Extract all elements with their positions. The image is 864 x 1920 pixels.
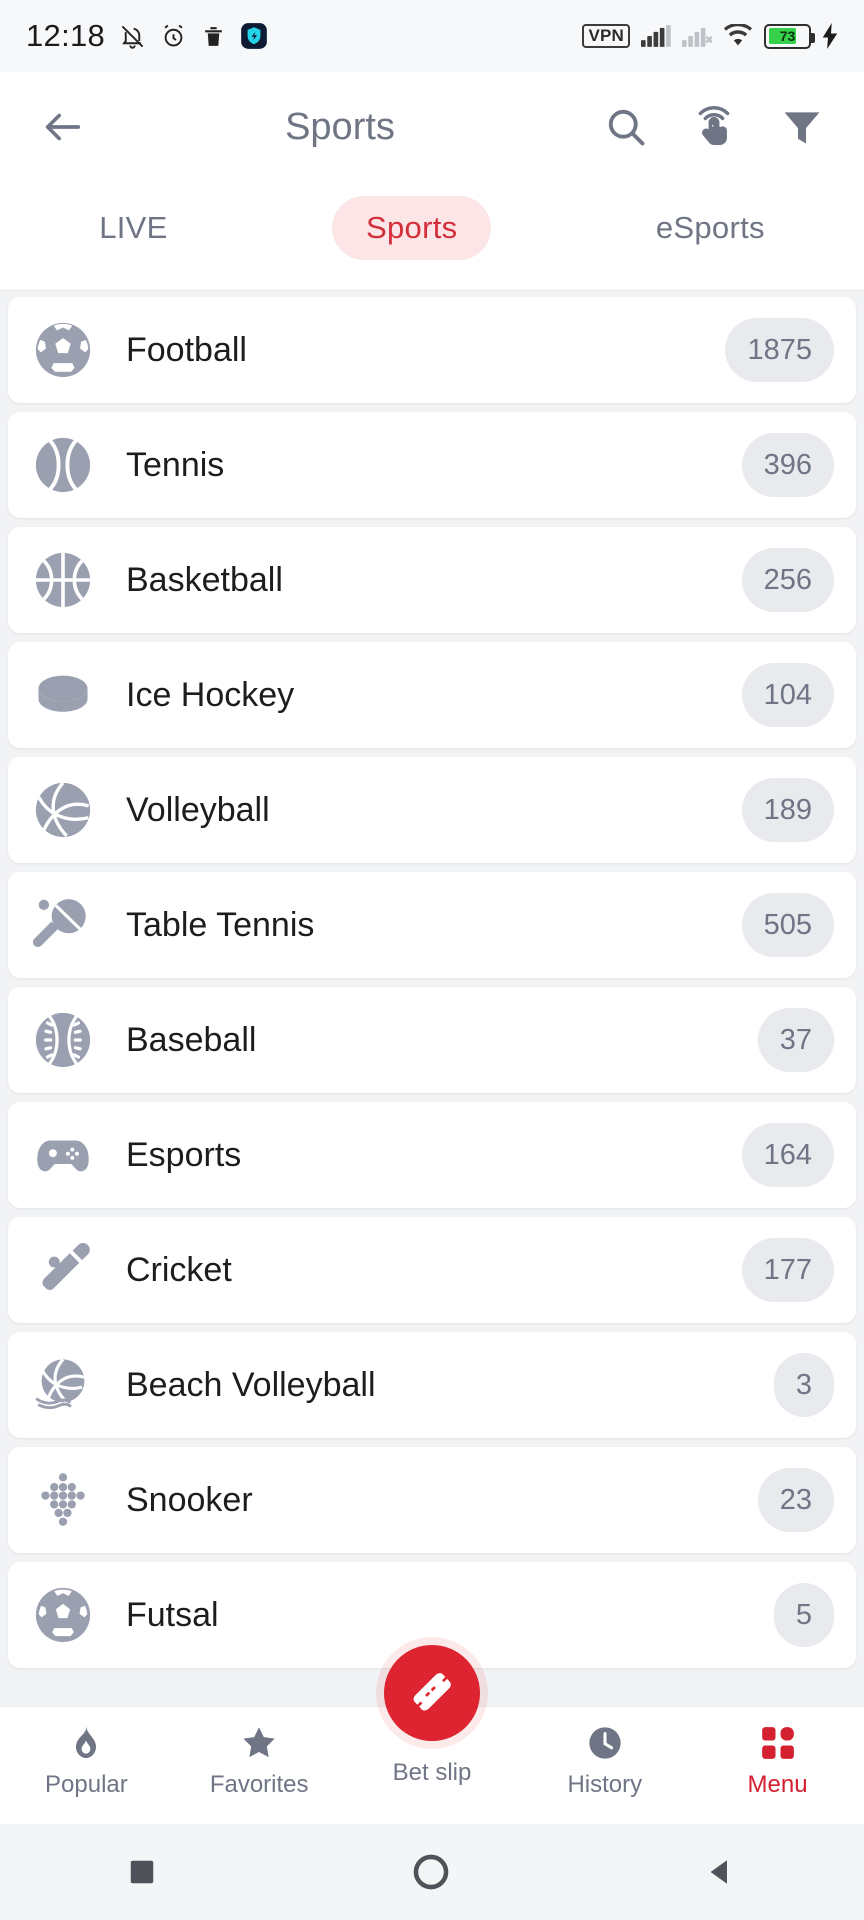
sport-label: Esports <box>126 1135 242 1174</box>
grid-icon <box>758 1723 798 1763</box>
sport-count-badge: 104 <box>741 663 834 727</box>
sport-count-badge: 189 <box>741 778 834 842</box>
sport-label: Football <box>126 330 247 369</box>
sport-count-badge: 505 <box>741 893 834 957</box>
ice-hockey-icon <box>32 664 94 726</box>
football-icon <box>32 319 94 381</box>
sport-count-badge: 177 <box>741 1238 834 1302</box>
sport-count-badge: 396 <box>741 433 834 497</box>
snooker-icon <box>32 1469 94 1531</box>
nav-label-favorites: Favorites <box>209 1771 309 1798</box>
alarm-icon <box>160 23 187 50</box>
status-bar-right: VPN 73 <box>582 23 838 49</box>
tap-gesture-icon[interactable] <box>692 105 736 149</box>
search-icon[interactable] <box>604 105 648 149</box>
status-bar-left: 12:18 <box>26 18 268 54</box>
sport-label: Futsal <box>126 1595 219 1634</box>
sport-row[interactable]: Table Tennis 505 <box>8 872 856 978</box>
nav-item-favorites[interactable]: Favorites <box>184 1723 334 1799</box>
nav-label-popular: Popular <box>45 1771 128 1798</box>
star-icon <box>239 1723 279 1763</box>
clock-icon <box>585 1723 625 1763</box>
tennis-icon <box>32 434 94 496</box>
sport-row[interactable]: Basketball 256 <box>8 527 856 633</box>
app-header-actions <box>604 105 824 149</box>
wifi-icon <box>723 24 753 48</box>
nav-item-menu[interactable]: Menu <box>703 1723 853 1799</box>
recents-square-icon[interactable] <box>127 1857 157 1887</box>
sport-count-badge: 23 <box>757 1468 834 1532</box>
filter-icon[interactable] <box>780 105 824 149</box>
tab-esports[interactable]: eSports <box>622 196 799 260</box>
sport-row[interactable]: Baseball 37 <box>8 987 856 1093</box>
sport-count-badge: 3 <box>773 1353 834 1417</box>
sport-row[interactable]: Ice Hockey 104 <box>8 642 856 748</box>
sport-label: Basketball <box>126 560 283 599</box>
signal-icon <box>641 24 671 48</box>
sport-label: Baseball <box>126 1020 257 1059</box>
volleyball-icon <box>32 779 94 841</box>
bottom-navigation: Popular Favorites Bet slip History Menu <box>0 1645 864 1824</box>
shield-app-icon <box>240 22 268 50</box>
sport-count-badge: 164 <box>741 1123 834 1187</box>
sport-label: Snooker <box>126 1480 253 1519</box>
nav-label-history: History <box>567 1771 643 1798</box>
sport-count-badge: 1875 <box>725 318 834 382</box>
sport-count-badge: 256 <box>741 548 834 612</box>
page-title: Sports <box>285 105 395 148</box>
table-tennis-icon <box>32 894 94 956</box>
signal-off-icon <box>682 24 712 48</box>
sport-row[interactable]: Beach Volleyball 3 <box>8 1332 856 1438</box>
nav-item-history[interactable]: History <box>530 1723 680 1799</box>
sport-count-badge: 37 <box>757 1008 834 1072</box>
futsal-icon <box>32 1584 94 1646</box>
sport-row[interactable]: Tennis 396 <box>8 412 856 518</box>
status-bar: 12:18 VPN 73 <box>0 0 864 72</box>
sport-label: Beach Volleyball <box>126 1365 376 1404</box>
tab-sports[interactable]: Sports <box>332 196 492 260</box>
sport-row[interactable]: Volleyball 189 <box>8 757 856 863</box>
vpn-indicator: VPN <box>582 24 630 48</box>
sport-row[interactable]: Football 1875 <box>8 297 856 403</box>
trash-icon <box>201 24 226 49</box>
android-system-nav <box>0 1824 864 1920</box>
sport-row[interactable]: Esports 164 <box>8 1102 856 1208</box>
sport-count-badge: 5 <box>773 1583 834 1647</box>
battery-percent-label: 73 <box>779 28 796 44</box>
home-circle-icon[interactable] <box>410 1851 452 1893</box>
nav-label-bet-slip: Bet slip <box>392 1759 472 1786</box>
sport-row[interactable]: Cricket 177 <box>8 1217 856 1323</box>
sport-label: Cricket <box>126 1250 232 1289</box>
ticket-icon <box>406 1667 458 1719</box>
flame-icon <box>66 1723 106 1763</box>
battery-icon: 73 <box>764 23 815 49</box>
nav-label-menu: Menu <box>747 1771 808 1798</box>
back-triangle-icon[interactable] <box>705 1856 737 1888</box>
app-screen: 12:18 VPN 73 Sports LIVE Sports eSports … <box>0 0 864 1920</box>
esports-icon <box>32 1124 94 1186</box>
sport-label: Table Tennis <box>126 905 315 944</box>
tab-bar: LIVE Sports eSports <box>0 182 864 291</box>
nav-item-popular[interactable]: Popular <box>11 1723 161 1799</box>
sport-label: Volleyball <box>126 790 270 829</box>
app-header: Sports <box>0 72 864 182</box>
tab-live[interactable]: LIVE <box>65 196 201 260</box>
charging-bolt-icon <box>822 23 838 49</box>
basketball-icon <box>32 549 94 611</box>
sport-label: Ice Hockey <box>126 675 295 714</box>
nav-item-bet-slip[interactable]: Bet slip <box>357 1645 507 1787</box>
bet-slip-fab[interactable] <box>384 1645 480 1741</box>
sport-row[interactable]: Snooker 23 <box>8 1447 856 1553</box>
beach-volleyball-icon <box>32 1354 94 1416</box>
sports-list[interactable]: Football 1875 Tennis 396 Basketball 256 Ice… <box>0 291 864 1706</box>
notifications-off-icon <box>119 23 146 50</box>
baseball-icon <box>32 1009 94 1071</box>
status-clock: 12:18 <box>26 18 106 53</box>
cricket-icon <box>32 1239 94 1301</box>
sport-label: Tennis <box>126 445 225 484</box>
